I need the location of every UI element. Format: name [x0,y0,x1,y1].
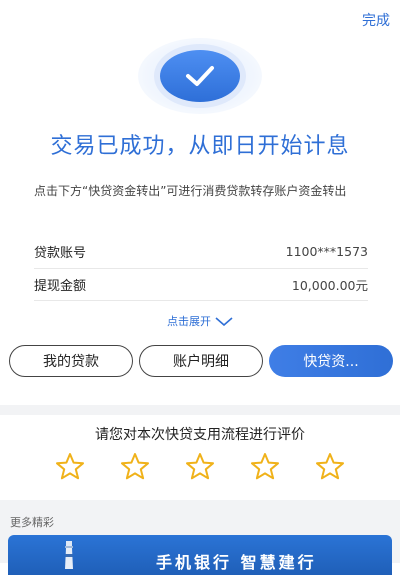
star-icon[interactable] [120,452,150,480]
star-icon[interactable] [185,452,215,480]
success-headline: 交易已成功，从即日开始计息 [50,134,350,159]
star-icon[interactable] [55,452,85,480]
star-icon[interactable] [250,452,280,480]
detail-row-withdraw-amount: 提现金额 10,000.00元 [34,268,368,300]
rating-stars [55,452,345,480]
more-title: 更多精彩 [10,516,54,529]
expand-toggle[interactable]: 点击展开 [0,313,400,329]
rating-title: 请您对本次快贷支用流程进行评价 [95,427,305,443]
divider [34,300,368,301]
star-icon[interactable] [315,452,345,480]
banner-text: 手机银行 智慧建行 [156,553,317,572]
quick-loan-transfer-button[interactable]: 快贷资... [269,345,393,377]
my-loans-button[interactable]: 我的贷款 [9,345,133,377]
account-detail-button[interactable]: 账户明细 [139,345,263,377]
expand-label: 点击展开 [167,315,211,328]
detail-label: 提现金额 [34,278,87,294]
detail-row-loan-account: 贷款账号 1100***1573 [34,235,368,267]
section-divider [0,405,400,415]
chevron-down-icon [215,316,233,329]
promo-banner[interactable]: 手机银行 智慧建行 [8,535,392,575]
done-button[interactable]: 完成 [362,10,390,30]
lighthouse-icon [65,541,73,569]
detail-label: 贷款账号 [34,245,87,261]
success-check-icon [160,50,240,102]
transfer-tip: 点击下方“快贷资金转出”可进行消费贷款转存账户资金转出 [34,184,347,198]
detail-value: 1100***1573 [285,243,368,259]
detail-value: 10,000.00元 [291,277,368,293]
